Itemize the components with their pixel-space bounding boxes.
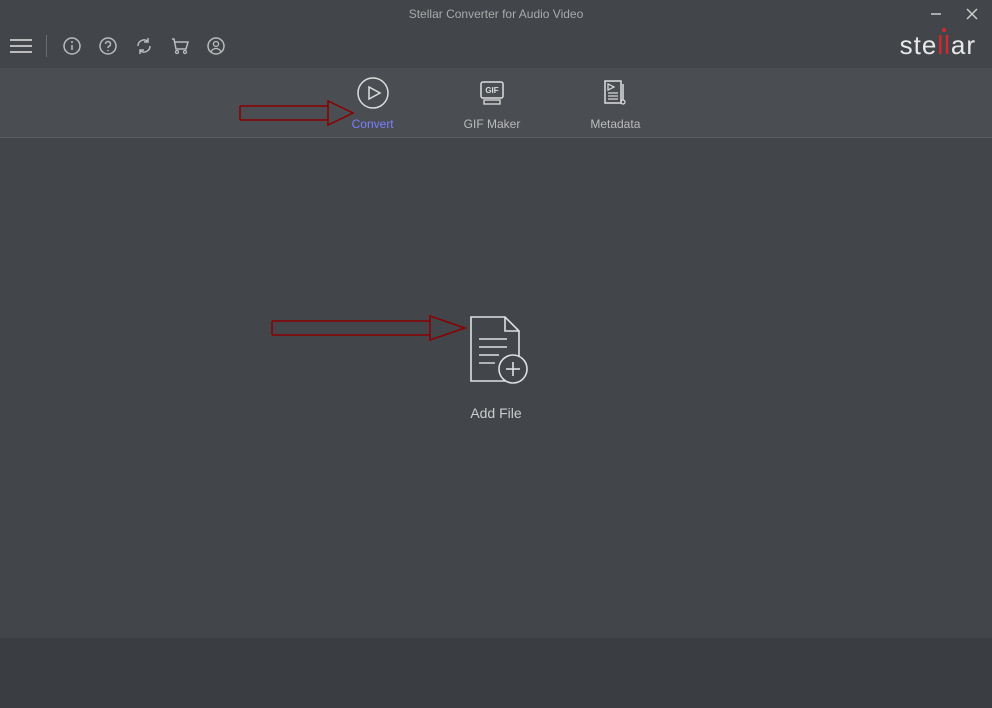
- tab-convert[interactable]: Convert: [352, 75, 394, 131]
- gif-icon: GIF: [474, 75, 510, 111]
- add-file-icon: [463, 315, 529, 387]
- metadata-icon: [597, 75, 633, 111]
- main-content: Add File: [0, 138, 992, 638]
- hamburger-menu-icon[interactable]: [10, 39, 32, 53]
- tab-label: Convert: [352, 117, 394, 131]
- minimize-button[interactable]: [922, 0, 950, 28]
- toolbar: stellar: [0, 28, 992, 64]
- divider: [46, 35, 47, 57]
- info-icon[interactable]: [61, 35, 83, 57]
- window-title: Stellar Converter for Audio Video: [409, 7, 584, 21]
- play-circle-icon: [355, 75, 391, 111]
- help-icon[interactable]: [97, 35, 119, 57]
- close-button[interactable]: [958, 0, 986, 28]
- add-file-label: Add File: [470, 405, 521, 421]
- tab-label: Metadata: [590, 117, 640, 131]
- add-file-button[interactable]: Add File: [463, 315, 529, 421]
- cart-icon[interactable]: [169, 35, 191, 57]
- footer-bar: [0, 638, 992, 708]
- svg-text:GIF: GIF: [485, 86, 498, 95]
- user-icon[interactable]: [205, 35, 227, 57]
- tab-label: GIF Maker: [464, 117, 521, 131]
- tab-row: Convert GIF GIF Maker Metadata: [0, 68, 992, 138]
- title-bar: Stellar Converter for Audio Video: [0, 0, 992, 28]
- stellar-logo: stellar: [900, 30, 976, 61]
- refresh-icon[interactable]: [133, 35, 155, 57]
- tab-metadata[interactable]: Metadata: [590, 75, 640, 131]
- tab-gif-maker[interactable]: GIF GIF Maker: [464, 75, 521, 131]
